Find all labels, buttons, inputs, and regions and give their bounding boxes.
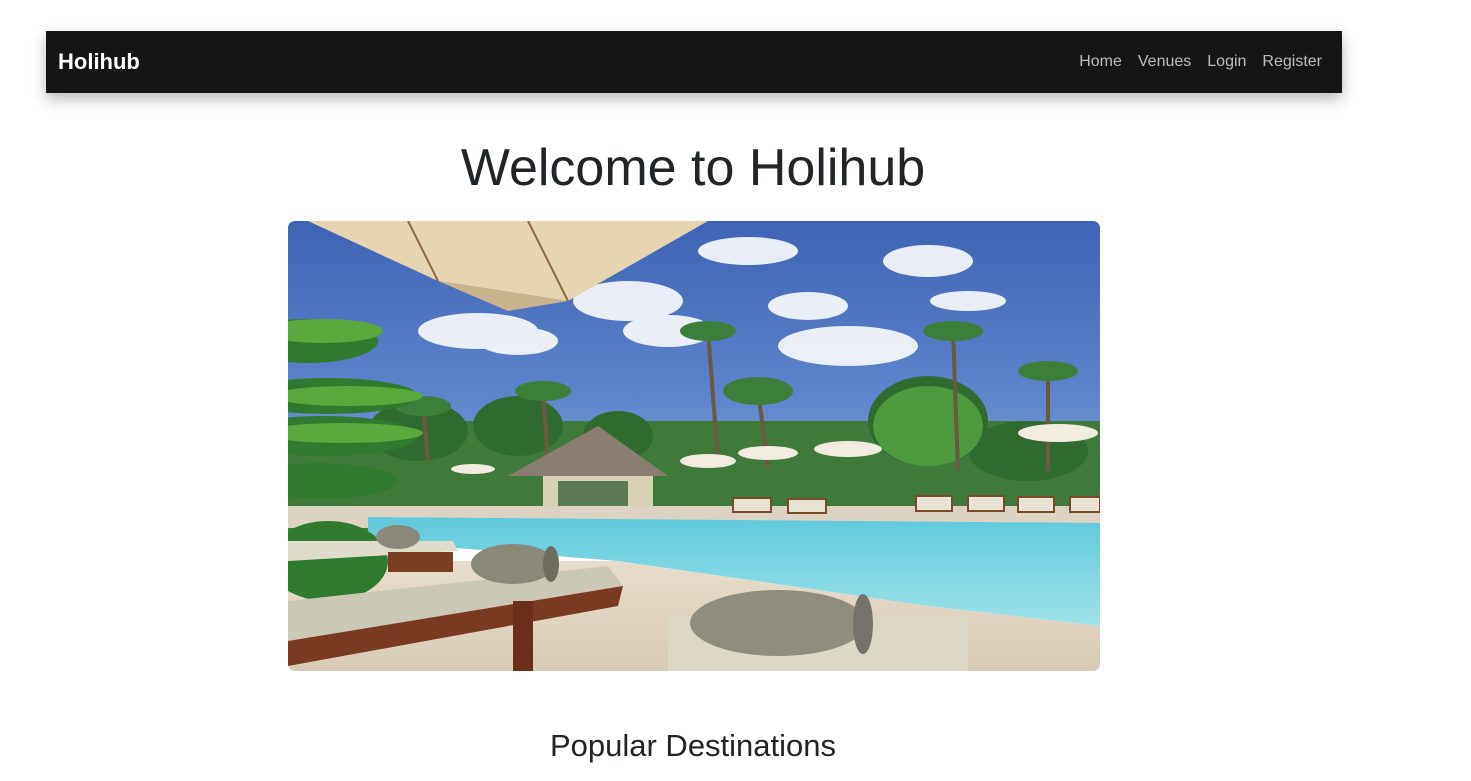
brand-logo-link[interactable]: Holihub xyxy=(58,31,140,93)
nav-link-register[interactable]: Register xyxy=(1262,53,1322,71)
nav-link-venues[interactable]: Venues xyxy=(1138,53,1191,71)
nav-link-login[interactable]: Login xyxy=(1207,53,1246,71)
section-heading-popular-destinations: Popular Destinations xyxy=(549,728,837,763)
nav-links: Home Venues Login Register xyxy=(1079,31,1322,93)
hero-image xyxy=(288,221,1100,671)
nav-link-home[interactable]: Home xyxy=(1079,53,1122,71)
page-title: Welcome to Holihub xyxy=(460,139,926,197)
top-navbar: Holihub Home Venues Login Register xyxy=(46,31,1342,93)
resort-pool-illustration xyxy=(288,221,1100,671)
